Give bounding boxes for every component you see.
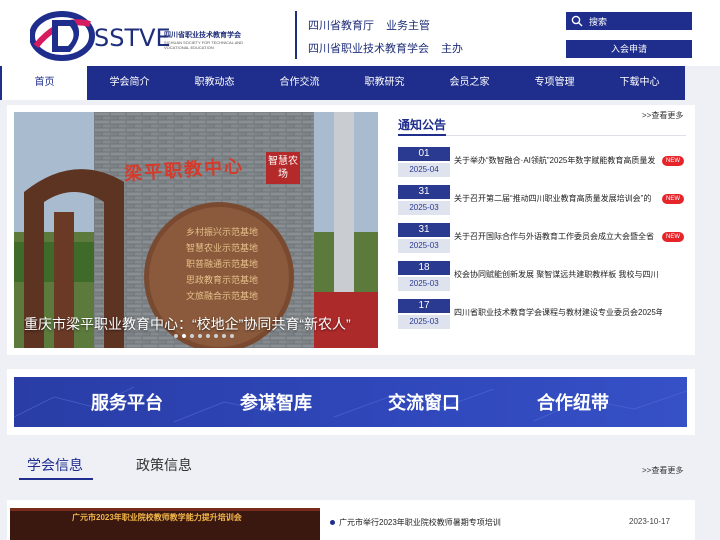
- carousel-dot-active[interactable]: [182, 334, 186, 338]
- sponsor-role-1: 业务主管: [386, 20, 430, 32]
- carousel-dot[interactable]: [206, 334, 210, 338]
- notice-month: 2025-03: [398, 201, 450, 215]
- notice-item[interactable]: 18 2025-03 校会协同赋能创新发展 聚智谋远共建职教样板 我校与四川: [398, 261, 688, 291]
- thumbnail-band: [10, 508, 320, 511]
- carousel-dot[interactable]: [198, 334, 202, 338]
- notice-date: 31 2025-03: [398, 185, 450, 215]
- carousel-sign-side: 智慧农场: [266, 152, 300, 184]
- carousel-dot[interactable]: [190, 334, 194, 338]
- wall-line: 乡村振兴示范基地: [186, 227, 259, 237]
- banner-exchange-window[interactable]: 交流窗口: [364, 389, 484, 415]
- carousel-dots: [174, 334, 234, 338]
- notice-item[interactable]: 01 2025-04 关于举办“数智融合·AI领航”2025年数字赋能教育高质量…: [398, 147, 688, 177]
- notice-month: 2025-03: [398, 277, 450, 291]
- main-nav: 首页 学会简介 职教动态 合作交流 职教研究 会员之家 专项管理 下载中心: [0, 66, 720, 100]
- join-application-button[interactable]: 入会申请: [566, 40, 692, 58]
- carousel-dot[interactable]: [230, 334, 234, 338]
- nav-item-about[interactable]: 学会简介: [87, 66, 172, 100]
- notice-heading: 通知公告: [398, 118, 447, 132]
- new-badge: NEW: [662, 156, 684, 166]
- logo-english-name: SICHUAN SOCIETY FOR TECHNICAL AND VOCATI…: [164, 40, 244, 50]
- notice-date: 31 2025-03: [398, 223, 450, 253]
- notice-day: 18: [398, 261, 450, 275]
- carousel-dot[interactable]: [174, 334, 178, 338]
- notice-date: 18 2025-03: [398, 261, 450, 291]
- wall-line: 文旅融合示范基地: [186, 291, 259, 301]
- notice-day: 01: [398, 147, 450, 161]
- wall-line: 职普融通示范基地: [186, 259, 259, 269]
- carousel-dot[interactable]: [214, 334, 218, 338]
- news-link[interactable]: 广元市举行2023年职业院校教师暑期专项培训: [339, 517, 501, 528]
- notice-day: 31: [398, 223, 450, 237]
- notice-link[interactable]: 四川省职业技术教育学会课程与教材建设专业委员会2025年: [454, 307, 662, 318]
- search-box[interactable]: 搜索: [566, 12, 692, 30]
- search-icon[interactable]: [571, 15, 583, 27]
- feature-banner: 服务平台 参谋智库 交流窗口 合作纽带: [14, 377, 687, 427]
- sponsor-line-2: 四川省职业技术教育学会 主办: [308, 40, 463, 56]
- carousel-caption[interactable]: 重庆市梁平职业教育中心：“校地企”协同共育“新农人”: [24, 314, 351, 334]
- logo-wordmark: SSTVE: [94, 24, 171, 52]
- carousel-wall-text: 乡村振兴示范基地 智慧农业示范基地 职普融通示范基地 思政教育示范基地 文旅融合…: [186, 224, 258, 304]
- notice-item[interactable]: 17 2025-03 四川省职业技术教育学会课程与教材建设专业委员会2025年: [398, 299, 688, 329]
- banner-think-tank[interactable]: 参谋智库: [216, 389, 336, 415]
- new-badge: NEW: [662, 194, 684, 204]
- nav-item-news[interactable]: 职教动态: [172, 66, 257, 100]
- notice-link[interactable]: 关于召开国际合作与外语教育工作委员会成立大会暨全省: [454, 231, 662, 242]
- nav-item-members[interactable]: 会员之家: [427, 66, 512, 100]
- news-bullet-icon: [330, 520, 335, 525]
- logo-emblem-icon: [30, 11, 95, 61]
- notice-item[interactable]: 31 2025-03 关于召开第二届“推动四川职业教育高质量发展培训会”的 NE…: [398, 185, 688, 215]
- nav-item-special[interactable]: 专项管理: [512, 66, 597, 100]
- sponsor-org-2: 四川省职业技术教育学会: [308, 43, 429, 55]
- notice-more-link[interactable]: >>查看更多: [642, 110, 683, 121]
- notice-link[interactable]: 关于举办“数智融合·AI领航”2025年数字赋能教育高质量发: [454, 155, 662, 166]
- sponsor-role-2: 主办: [441, 43, 463, 55]
- search-input[interactable]: 搜索: [589, 15, 607, 28]
- carousel-dot[interactable]: [222, 334, 226, 338]
- thumbnail-banner-text: 广元市2023年职业院校教师教学能力提升培训会: [72, 513, 242, 522]
- notice-day: 17: [398, 299, 450, 313]
- sponsor-org-1: 四川省教育厅: [308, 20, 374, 32]
- nav-item-home[interactable]: 首页: [2, 66, 87, 100]
- header-divider: [295, 11, 297, 59]
- tabs-more-link[interactable]: >>查看更多: [642, 465, 683, 476]
- notice-link[interactable]: 关于召开第二届“推动四川职业教育高质量发展培训会”的: [454, 193, 662, 204]
- news-carousel[interactable]: 梁平职教中心 智慧农场 乡村振兴示范基地 智慧农业示范基地 职普融通示范基地 思…: [14, 112, 378, 348]
- logo-chinese-name: 四川省职业技术教育学会: [164, 32, 241, 39]
- sponsor-line-1: 四川省教育厅 业务主管: [308, 17, 430, 33]
- notice-date: 01 2025-04: [398, 147, 450, 177]
- notice-date: 17 2025-03: [398, 299, 450, 329]
- notice-month: 2025-04: [398, 163, 450, 177]
- tab-active-underline: [19, 478, 93, 480]
- wall-line: 智慧农业示范基地: [186, 243, 259, 253]
- notice-month: 2025-03: [398, 315, 450, 329]
- nav-item-research[interactable]: 职教研究: [342, 66, 427, 100]
- new-badge: NEW: [662, 232, 684, 242]
- news-date: 2023-10-17: [629, 517, 670, 526]
- notice-month: 2025-03: [398, 239, 450, 253]
- notice-item[interactable]: 31 2025-03 关于召开国际合作与外语教育工作委员会成立大会暨全省 NEW: [398, 223, 688, 253]
- notice-day: 31: [398, 185, 450, 199]
- banner-cooperation-link[interactable]: 合作纽带: [513, 389, 633, 415]
- banner-service-platform[interactable]: 服务平台: [67, 389, 187, 415]
- tab-policy-info[interactable]: 政策信息: [136, 455, 192, 475]
- site-header: SSTVE 四川省职业技术教育学会 SICHUAN SOCIETY FOR TE…: [0, 0, 720, 66]
- nav-item-cooperation[interactable]: 合作交流: [257, 66, 342, 100]
- site-logo[interactable]: SSTVE 四川省职业技术教育学会 SICHUAN SOCIETY FOR TE…: [30, 6, 250, 62]
- notice-heading-underline: [398, 134, 446, 136]
- wall-line: 思政教育示范基地: [186, 275, 259, 285]
- tab-society-info[interactable]: 学会信息: [27, 455, 83, 475]
- news-thumbnail[interactable]: 广元市2023年职业院校教师教学能力提升培训会: [10, 508, 320, 540]
- nav-item-downloads[interactable]: 下载中心: [597, 66, 682, 100]
- notice-link[interactable]: 校会协同赋能创新发展 聚智谋远共建职教样板 我校与四川: [454, 269, 662, 280]
